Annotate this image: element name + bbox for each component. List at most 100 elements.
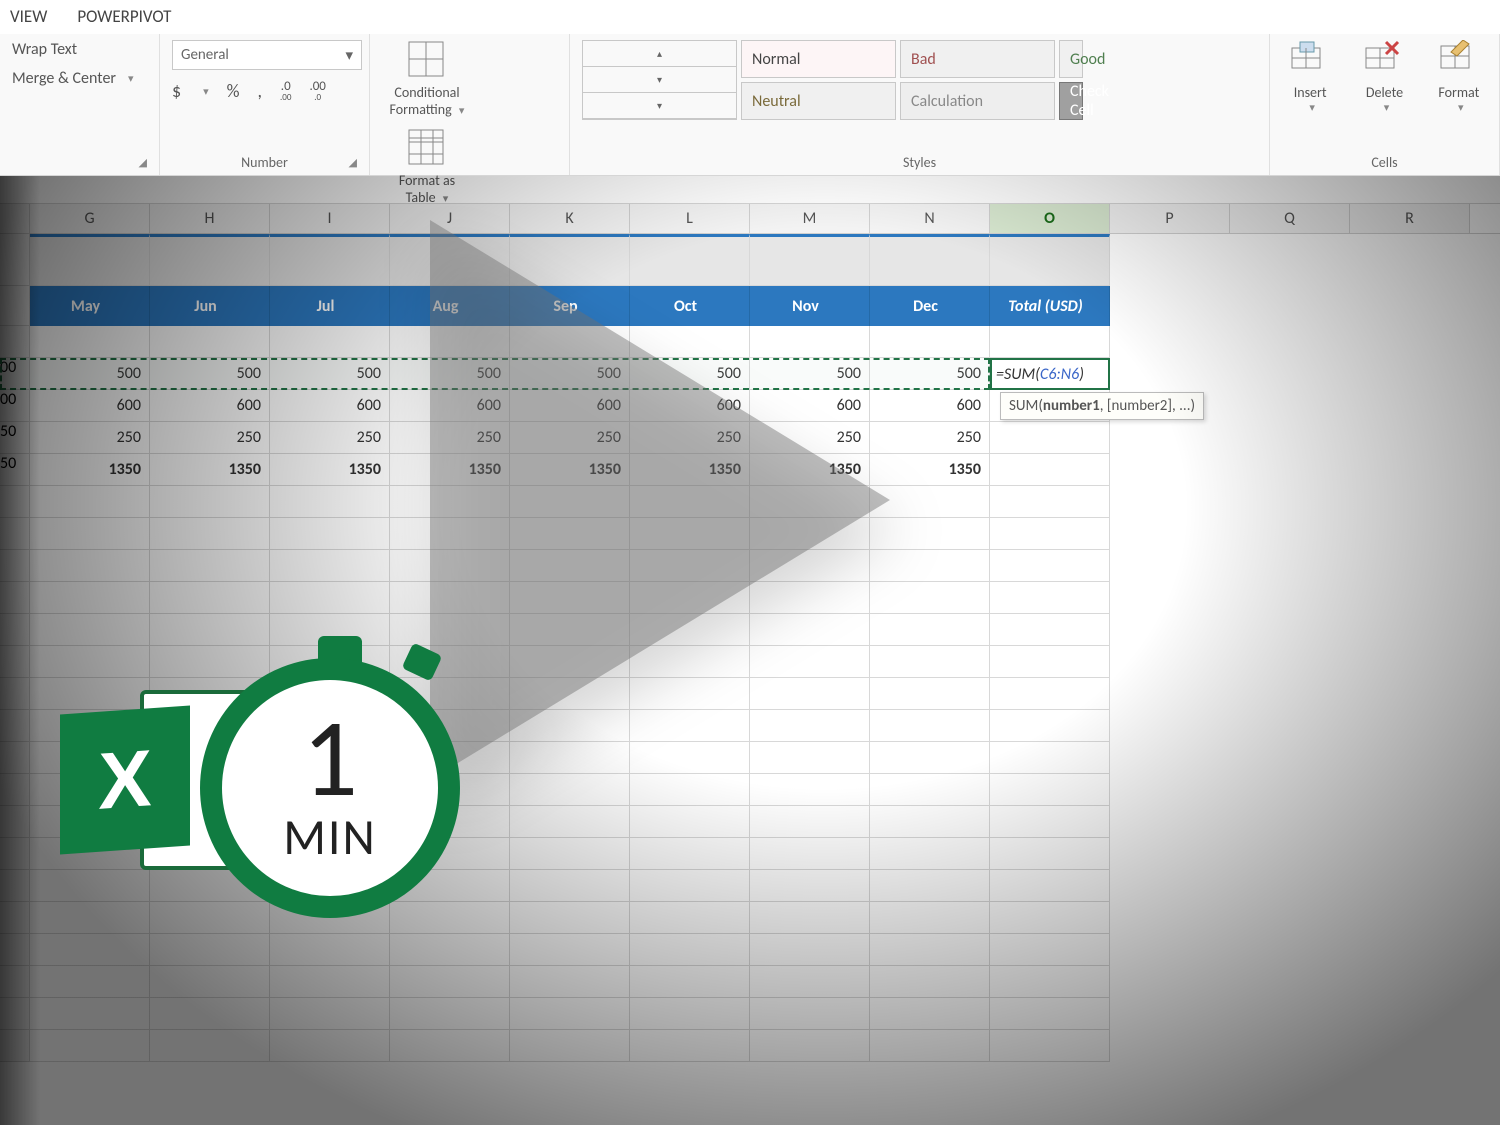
cell[interactable] [990,486,1110,518]
cell[interactable]: 600 [150,390,270,422]
cell[interactable] [990,646,1110,678]
cell[interactable] [510,838,630,870]
cell[interactable] [750,486,870,518]
cell[interactable] [510,614,630,646]
table-header[interactable]: Jul [270,286,390,326]
col-header[interactable]: J [390,204,510,233]
cell[interactable] [390,966,510,998]
merge-dropdown-icon[interactable]: ▾ [128,72,134,85]
cell[interactable] [870,934,990,966]
cell[interactable] [510,582,630,614]
table-header[interactable]: Dec [870,286,990,326]
table-header[interactable]: Oct [630,286,750,326]
number-dialog-launcher-icon[interactable]: ◢ [349,156,357,169]
cell[interactable] [30,518,150,550]
delete-cells-button[interactable]: Delete▾ [1356,40,1412,114]
cell[interactable] [630,582,750,614]
cell[interactable] [30,234,150,286]
cell[interactable] [630,742,750,774]
cell[interactable] [630,234,750,286]
gallery-scroll-up-icon[interactable]: ▴ [583,41,736,67]
cell[interactable] [630,966,750,998]
cell[interactable] [630,646,750,678]
cell[interactable] [630,678,750,710]
col-header[interactable]: G [30,204,150,233]
cell[interactable] [990,614,1110,646]
table-header[interactable]: Nov [750,286,870,326]
cell[interactable] [750,614,870,646]
cell[interactable] [30,326,150,358]
cell[interactable]: 250 [270,422,390,454]
cell[interactable] [510,518,630,550]
col-header[interactable]: M [750,204,870,233]
cell[interactable]: 500 [150,358,270,390]
cell[interactable] [390,1030,510,1062]
cell[interactable] [630,550,750,582]
cell[interactable]: 500 [390,358,510,390]
percent-format-button[interactable]: % [227,80,240,102]
cell[interactable] [990,966,1110,998]
cell[interactable] [390,518,510,550]
col-header[interactable]: Q [1230,204,1350,233]
cell[interactable] [270,486,390,518]
cell[interactable] [30,582,150,614]
cell[interactable] [990,678,1110,710]
cell[interactable] [390,934,510,966]
cell[interactable] [750,934,870,966]
cell[interactable] [990,582,1110,614]
cell[interactable] [510,234,630,286]
cell[interactable]: 1350 [510,454,630,486]
style-good[interactable]: Good [1059,40,1083,78]
cell[interactable] [750,234,870,286]
cell[interactable] [750,902,870,934]
col-header[interactable]: K [510,204,630,233]
col-header-selected[interactable]: O [990,204,1110,233]
cell[interactable] [990,838,1110,870]
cell[interactable]: 1350 [390,454,510,486]
table-header[interactable]: May [30,286,150,326]
style-check-cell[interactable]: Check Cell [1059,82,1083,120]
col-header[interactable]: L [630,204,750,233]
cell[interactable] [510,998,630,1030]
cell[interactable] [150,326,270,358]
cell[interactable] [510,710,630,742]
cell[interactable] [990,1030,1110,1062]
cell[interactable] [150,486,270,518]
decrease-decimal-button[interactable]: .00.0 [309,80,325,102]
cell[interactable]: 600 [630,390,750,422]
cell[interactable]: 500 [270,358,390,390]
cell[interactable] [990,710,1110,742]
cell[interactable]: 600 [750,390,870,422]
cell[interactable] [630,486,750,518]
cell[interactable]: 1350 [630,454,750,486]
cell[interactable] [990,806,1110,838]
cell[interactable] [990,234,1110,286]
gallery-more-icon[interactable]: ▾ [583,93,736,119]
accounting-dropdown-icon[interactable]: ▾ [203,85,209,98]
cell[interactable] [630,838,750,870]
cell[interactable] [750,582,870,614]
cell[interactable] [870,870,990,902]
format-as-table-button[interactable]: Format as Table ▾ [382,128,472,206]
cell[interactable]: 1350 [30,454,150,486]
cell[interactable]: 250 [630,422,750,454]
cell[interactable]: 500 [510,358,630,390]
cell[interactable]: 250 [750,422,870,454]
cell[interactable] [390,998,510,1030]
cell[interactable] [150,234,270,286]
cell[interactable] [750,550,870,582]
cell[interactable] [390,550,510,582]
cell[interactable]: 250 [390,422,510,454]
cell[interactable] [870,710,990,742]
cell[interactable] [630,774,750,806]
cell[interactable] [510,870,630,902]
cell[interactable]: 500 [750,358,870,390]
cell[interactable] [510,966,630,998]
table-header[interactable]: Jun [150,286,270,326]
cell[interactable] [870,774,990,806]
cell[interactable] [750,678,870,710]
cell[interactable] [630,998,750,1030]
accounting-format-button[interactable]: $ [172,80,181,102]
cell[interactable] [510,742,630,774]
cell[interactable]: 500 [870,358,990,390]
